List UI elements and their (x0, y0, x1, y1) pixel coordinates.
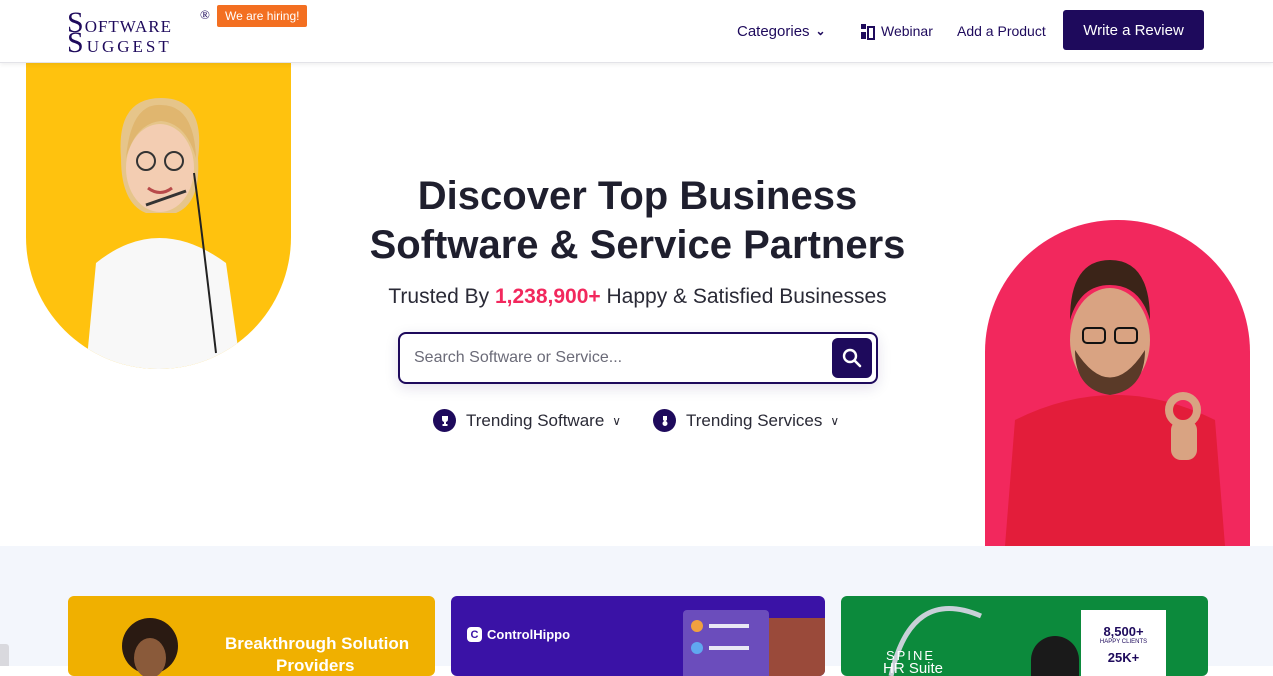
controlhippo-logo-icon: C (467, 627, 482, 642)
controlhippo-brand: C ControlHippo (467, 627, 570, 642)
headline-line-2: Software & Service Partners (369, 223, 906, 267)
trusted-by-text: Trusted By 1,238,900+ Happy & Satisfied … (388, 285, 887, 308)
search-placeholder: Search Software or Service... (414, 349, 623, 366)
search-icon (842, 348, 862, 368)
nav-categories[interactable]: Categories ⌄ (737, 0, 826, 62)
nav-add-product[interactable]: Add a Product (957, 0, 1046, 62)
chat-preview-panel (683, 610, 769, 676)
hiring-badge[interactable]: We are hiring! (217, 5, 308, 27)
trophy-icon (433, 409, 456, 432)
man-ok-gesture-illustration (1005, 260, 1225, 546)
chevron-down-icon: ⌄ (815, 24, 826, 38)
side-feedback-tab[interactable] (0, 644, 9, 666)
write-review-button[interactable]: Write a Review (1063, 10, 1204, 50)
trusted-count: 1,238,900+ (494, 285, 601, 308)
nav-webinar-label: Webinar (881, 23, 933, 39)
site-header: Software ® Suggest We are hiring! Catego… (0, 0, 1273, 63)
trending-services-label: Trending Services (686, 410, 823, 430)
promo-card-controlhippo[interactable]: C ControlHippo (451, 596, 825, 676)
spine-product: HR Suite (883, 660, 944, 676)
hero-image-support-agent (26, 63, 291, 369)
person-photo (1031, 636, 1079, 676)
search-button[interactable] (832, 338, 872, 378)
card1-title-line2: Providers (276, 656, 355, 675)
medal-icon (653, 409, 676, 432)
webinar-icon (861, 23, 875, 40)
headline-line-1: Discover Top Business (417, 174, 858, 218)
promo-card-breakthrough[interactable]: Breakthrough Solution Providers (68, 596, 435, 676)
brick-wall-photo (769, 618, 825, 676)
softwaresuggest-logo[interactable]: Software ® Suggest (67, 6, 217, 59)
nav-webinar[interactable]: Webinar (860, 0, 933, 62)
search-input[interactable]: Search Software or Service... (398, 332, 878, 384)
hero-image-man-ok-gesture (985, 220, 1250, 546)
promo-card-spine-hr[interactable]: SPINE HR Suite 8,500+ HAPPY CLIENTS 25K+ (841, 596, 1208, 676)
nav-categories-label: Categories (737, 22, 810, 40)
trending-software-dropdown[interactable]: Trending Software ∨ (433, 409, 621, 432)
hero-headline: Discover Top Business Software & Service… (300, 172, 975, 270)
trending-software-label: Trending Software (466, 410, 605, 430)
chevron-down-icon: ∨ (612, 413, 622, 428)
trending-services-dropdown[interactable]: Trending Services ∨ (653, 409, 839, 432)
card1-title-line1: Breakthrough Solution (225, 634, 410, 653)
chevron-down-icon: ∨ (830, 413, 840, 428)
stats-panel: 8,500+ HAPPY CLIENTS 25K+ (1081, 610, 1166, 676)
support-agent-illustration (86, 98, 241, 369)
